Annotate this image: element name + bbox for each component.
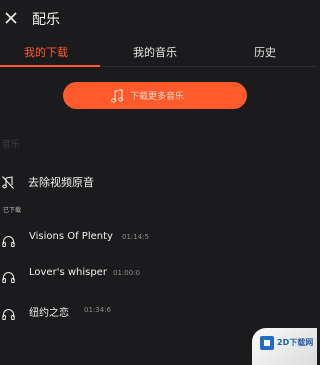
- remove-original-audio-label: 去除视频原音: [28, 176, 94, 189]
- music-note-icon: [111, 88, 124, 103]
- top-bar: 配乐: [0, 0, 317, 38]
- faded-section-label: 音乐: [2, 140, 21, 150]
- tab-bar: 我的下载 我的音乐 历史: [0, 38, 317, 67]
- downloaded-section-label: 已下载: [3, 207, 22, 214]
- page-title: 配乐: [32, 12, 60, 28]
- tab-my-downloads[interactable]: 我的下载: [24, 44, 68, 60]
- watermark-logo-icon: [260, 336, 274, 350]
- track-item[interactable]: 纽约之恋 01:34:6: [0, 299, 317, 325]
- track-duration: 01:14:5: [122, 233, 149, 241]
- active-tab-indicator: [0, 65, 100, 67]
- site-watermark: 2D下载网: [252, 328, 317, 365]
- watermark-text: 2D下载网: [277, 338, 314, 347]
- headphones-icon: [2, 232, 15, 247]
- download-more-music-label: 下载更多音乐: [130, 92, 185, 102]
- track-name: Visions Of Plenty: [29, 231, 113, 242]
- track-item[interactable]: Visions Of Plenty 01:14:5: [0, 226, 317, 252]
- track-name: 纽约之恋: [29, 308, 69, 319]
- tab-my-music[interactable]: 我的音乐: [133, 44, 177, 60]
- close-icon[interactable]: [4, 10, 18, 24]
- headphones-icon: [2, 305, 15, 320]
- track-item[interactable]: Lover's whisper 01:00:0: [0, 262, 317, 288]
- track-name: Lover's whisper: [29, 267, 107, 278]
- headphones-icon: [2, 268, 15, 283]
- tab-history[interactable]: 历史: [254, 44, 276, 60]
- mute-note-icon: [2, 174, 14, 189]
- download-more-music-button[interactable]: 下载更多音乐: [63, 82, 247, 109]
- track-duration: 01:34:6: [84, 306, 111, 314]
- track-duration: 01:00:0: [113, 269, 140, 277]
- remove-original-audio-row[interactable]: 去除视频原音: [0, 167, 317, 195]
